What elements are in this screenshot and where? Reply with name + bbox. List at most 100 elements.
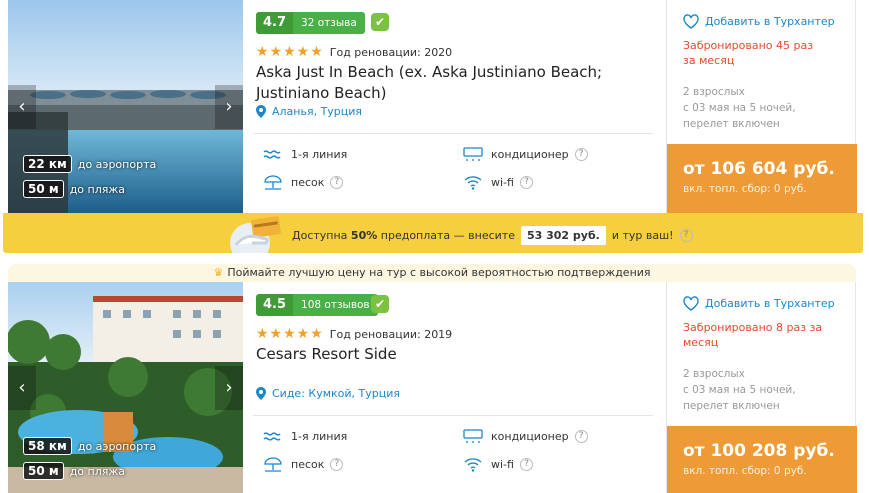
add-favorite-label: Добавить в Турхантер bbox=[705, 15, 835, 28]
photo-prev-button[interactable]: ‹ bbox=[8, 84, 36, 129]
tour-flight: перелет включен bbox=[683, 118, 780, 130]
help-icon[interactable]: ? bbox=[330, 175, 344, 189]
beach-distance-value: 50 м bbox=[23, 180, 64, 198]
airport-distance: 58 км до аэропорта bbox=[23, 437, 156, 455]
airport-distance-value: 22 км bbox=[23, 155, 72, 173]
feature-beach-line: 1-я линия bbox=[263, 146, 347, 162]
tour-details: 2 взрослых с 03 мая на 5 ночей, перелет … bbox=[683, 84, 833, 132]
help-icon[interactable]: ? bbox=[574, 429, 588, 443]
help-icon[interactable]: ? bbox=[574, 147, 588, 161]
hotel-card: ‹ › 58 км до аэропорта 50 м до пляжа 4.5… bbox=[8, 282, 857, 493]
hotel-info: 4.7 32 отзыва ✔ ★★★★★ Год реновации: 202… bbox=[253, 0, 653, 213]
feature-ac-label: кондиционер bbox=[491, 147, 569, 161]
photo-prev-button[interactable]: ‹ bbox=[8, 365, 36, 410]
price-button[interactable]: от 100 208 руб. вкл. топл. сбор: 0 руб. bbox=[667, 426, 857, 493]
air-conditioner-icon bbox=[463, 429, 483, 443]
review-count: 32 отзыва bbox=[293, 12, 365, 34]
help-icon[interactable]: ? bbox=[330, 457, 344, 471]
prepayment-text: Доступна 50% предоплата — внесите 53 302… bbox=[292, 226, 693, 245]
review-count: 108 отзывов bbox=[293, 294, 378, 316]
feature-line-label: 1-я линия bbox=[291, 147, 348, 161]
divider bbox=[253, 415, 653, 416]
feature-beach-label: песок bbox=[291, 457, 325, 471]
hotel-name[interactable]: Aska Just In Beach (ex. Aska Justiniano … bbox=[256, 62, 626, 104]
heart-icon bbox=[683, 296, 699, 311]
feature-beach-type: песок ? bbox=[263, 174, 344, 190]
rating-score: 4.5 bbox=[256, 294, 294, 316]
hotel-photo[interactable]: ‹ › 22 км до аэропорта 50 м до пляжа bbox=[8, 0, 243, 213]
prepay-text-after: и тур ваш! bbox=[611, 229, 674, 242]
verified-check-icon: ✔ bbox=[371, 13, 389, 31]
beach-distance: 50 м до пляжа bbox=[23, 462, 125, 480]
airport-distance-label: до аэропорта bbox=[77, 439, 157, 453]
divider bbox=[253, 133, 653, 134]
feature-ac: кондиционер ? bbox=[463, 146, 588, 162]
best-price-banner: ♛ Поймайте лучшую цену на тур с высокой в… bbox=[8, 264, 856, 282]
tour-dates: с 03 мая на 5 ночей, bbox=[683, 384, 796, 396]
beach-distance-value: 50 м bbox=[23, 462, 64, 480]
airport-distance: 22 км до аэропорта bbox=[23, 155, 156, 173]
feature-ac-label: кондиционер bbox=[491, 429, 569, 443]
add-favorite-button[interactable]: Добавить в Турхантер bbox=[683, 14, 835, 29]
wave-icon bbox=[263, 150, 281, 159]
hotel-card: ‹ › 22 км до аэропорта 50 м до пляжа 4.7… bbox=[8, 0, 857, 214]
airport-distance-label: до аэропорта bbox=[77, 157, 157, 171]
booking-panel: Добавить в Турхантер Забронировано 8 раз… bbox=[666, 282, 857, 493]
hotel-info: 4.5 108 отзывов ✔ ★★★★★ Год реновации: 2… bbox=[253, 282, 653, 493]
beach-distance-label: до пляжа bbox=[69, 464, 126, 478]
verified-check-icon: ✔ bbox=[371, 295, 389, 313]
wifi-icon bbox=[464, 458, 482, 472]
card-payment-icon bbox=[230, 216, 281, 253]
wave-icon bbox=[263, 432, 281, 441]
hotel-photo[interactable]: ‹ › 58 км до аэропорта 50 м до пляжа bbox=[8, 282, 243, 493]
wifi-icon bbox=[464, 176, 482, 190]
air-conditioner-icon bbox=[463, 147, 483, 161]
rating-badge[interactable]: 4.5 108 отзывов bbox=[256, 294, 378, 316]
photo-next-button[interactable]: › bbox=[215, 365, 243, 410]
price-amount: от 100 208 руб. bbox=[683, 441, 835, 461]
rating-badge[interactable]: 4.7 32 отзыва bbox=[256, 12, 365, 34]
booking-panel: Добавить в Турхантер Забронировано 45 ра… bbox=[666, 0, 857, 214]
star-rating-icon: ★★★★★ bbox=[256, 326, 324, 342]
fuel-fee: вкл. топл. сбор: 0 руб. bbox=[683, 465, 807, 477]
fuel-fee: вкл. топл. сбор: 0 руб. bbox=[683, 183, 807, 195]
tour-dates: с 03 мая на 5 ночей, bbox=[683, 102, 796, 114]
prepay-text-before: Доступна bbox=[292, 229, 348, 242]
prepay-percent: 50% bbox=[350, 229, 378, 242]
prepayment-strip: Доступна 50% предоплата — внесите 53 302… bbox=[3, 213, 863, 253]
booking-count: Забронировано 45 раз за месяц bbox=[683, 39, 814, 67]
photo-next-button[interactable]: › bbox=[215, 84, 243, 129]
prepay-amount: 53 302 руб. bbox=[520, 226, 606, 245]
tour-details: 2 взрослых с 03 мая на 5 ночей, перелет … bbox=[683, 366, 833, 414]
hotel-location[interactable]: Сиде: Кумкой, Турция bbox=[256, 387, 400, 400]
rating-score: 4.7 bbox=[256, 12, 294, 34]
location-text: Аланья, Турция bbox=[272, 105, 363, 118]
feature-beach-label: песок bbox=[291, 175, 325, 189]
feature-beach-line: 1-я линия bbox=[263, 428, 347, 444]
add-favorite-button[interactable]: Добавить в Турхантер bbox=[683, 296, 835, 311]
location-text: Сиде: Кумкой, Турция bbox=[272, 387, 401, 400]
map-pin-icon bbox=[256, 105, 266, 118]
tour-flight: перелет включен bbox=[683, 400, 780, 412]
feature-wifi-label: wi-fi bbox=[491, 457, 514, 471]
banner-text: Поймайте лучшую цену на тур с высокой ве… bbox=[227, 266, 651, 279]
help-icon[interactable]: ? bbox=[519, 175, 533, 189]
tour-guests: 2 взрослых bbox=[683, 368, 745, 380]
beach-distance: 50 м до пляжа bbox=[23, 180, 125, 198]
stars-renovation-row: ★★★★★ Год реновации: 2019 bbox=[256, 326, 452, 342]
beach-distance-label: до пляжа bbox=[69, 182, 126, 196]
help-icon[interactable]: ? bbox=[519, 457, 533, 471]
price-button[interactable]: от 106 604 руб. вкл. топл. сбор: 0 руб. bbox=[667, 144, 857, 214]
feature-wifi: wi-fi ? bbox=[463, 174, 533, 190]
help-icon[interactable]: ? bbox=[679, 229, 693, 242]
map-pin-icon bbox=[256, 387, 266, 400]
hotel-location[interactable]: Аланья, Турция bbox=[256, 105, 362, 118]
renovation-year: Год реновации: 2020 bbox=[329, 45, 453, 59]
crown-icon: ♛ bbox=[213, 266, 224, 279]
booking-count: Забронировано 8 раз за месяц bbox=[683, 321, 823, 349]
airport-distance-value: 58 км bbox=[23, 437, 72, 455]
beach-umbrella-icon bbox=[264, 457, 282, 472]
stars-renovation-row: ★★★★★ Год реновации: 2020 bbox=[256, 44, 452, 60]
hotel-name[interactable]: Cesars Resort Side bbox=[256, 344, 626, 365]
feature-line-label: 1-я линия bbox=[291, 429, 348, 443]
